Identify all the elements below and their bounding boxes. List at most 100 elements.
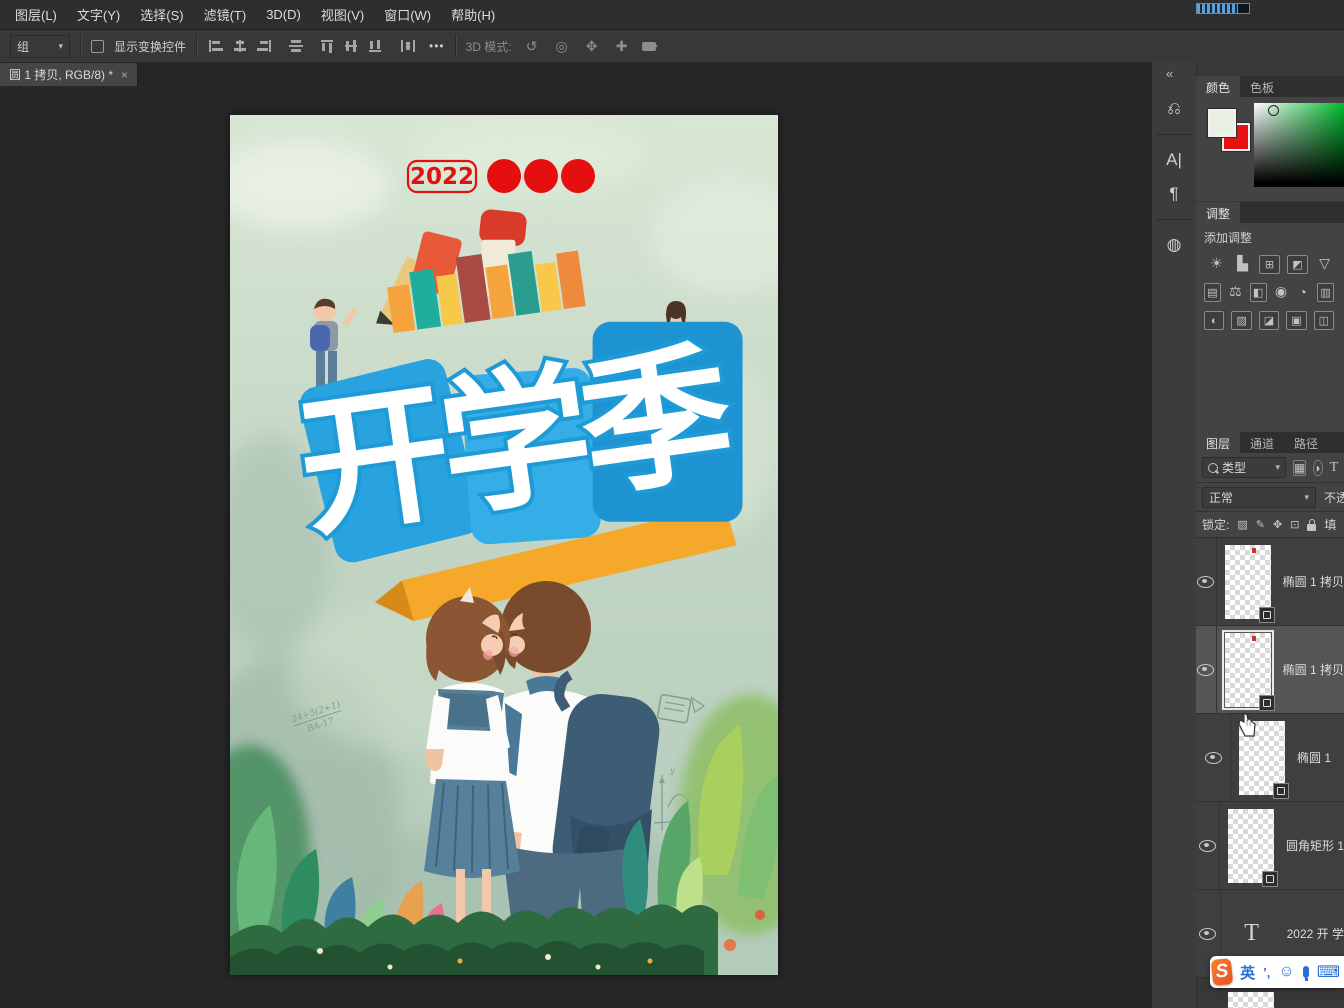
invert-icon[interactable]: ◐ [1203,311,1225,330]
filter-pixel-layers-icon[interactable]: ▦ [1293,459,1307,476]
lock-all-icon[interactable] [1307,518,1317,531]
ime-mode-toggle[interactable]: 英 [1240,962,1255,983]
vibrance-icon[interactable]: ▽ [1315,255,1334,272]
color-balance-icon[interactable]: ⚖ [1228,283,1243,300]
lock-artboard-icon[interactable]: ⊡ [1290,518,1299,531]
menu-select[interactable]: 选择(S) [131,1,192,28]
channel-mixer-icon[interactable]: ◔ [1295,283,1310,300]
color-lookup-icon[interactable]: ▥ [1317,283,1334,302]
filter-adjustment-layers-icon[interactable]: ◗ [1313,459,1323,476]
align-right-icon[interactable] [255,38,273,54]
microphone-icon[interactable] [1302,966,1309,981]
history-panel-icon[interactable]: ⎌ [1152,92,1196,126]
layer-thumbnail[interactable] [1224,544,1275,623]
menu-layer[interactable]: 图层(L) [6,1,66,28]
roll-3d-icon[interactable]: ◎ [552,38,572,55]
keyboard-icon[interactable]: ⌨ [1317,962,1340,982]
tool-preset-dropdown[interactable]: 组 ▾ [10,34,70,58]
tab-color[interactable]: 颜色 [1196,76,1241,97]
threshold-icon[interactable]: ◪ [1258,311,1280,330]
layer-row[interactable]: 椭圆 1 拷贝 [1196,538,1344,626]
layers-panel: 图层 通道 路径 类型 ▾ ▦ ◗ T 正常 ▾ 不透明 锁定: [1196,432,1344,978]
document-title: 圆 1 拷贝, RGB/8) * [9,68,114,82]
poster-document[interactable]: 2022 开学季 24+5(2+1) BA-17 y [230,115,778,975]
layer-row[interactable]: 圆角矩形 1 [1196,802,1344,890]
show-transform-checkbox[interactable] [91,39,104,53]
foreground-color-swatch[interactable] [1207,108,1237,138]
tab-channels[interactable]: 通道 [1240,432,1284,453]
visibility-eye-icon[interactable] [1197,575,1215,588]
layer-thumbnail[interactable] [1227,808,1278,887]
black-white-icon[interactable]: ◧ [1249,283,1267,302]
camera-3d-icon[interactable] [641,41,658,51]
selective-color-icon[interactable]: ◫ [1313,311,1334,330]
visibility-eye-icon[interactable] [1204,751,1222,764]
layer-name[interactable]: 圆角矩形 1 [1286,837,1344,854]
paragraph-panel-icon[interactable]: ¶ [1152,177,1196,211]
filter-kind-dropdown[interactable]: 类型 ▾ [1202,457,1286,478]
document-tab[interactable]: 圆 1 拷贝, RGB/8) * × [0,63,139,86]
chevron-down-icon: ▾ [58,40,63,51]
menu-type[interactable]: 文字(Y) [68,1,129,28]
collapse-panels-icon[interactable]: « [1166,66,1173,81]
pan-3d-icon[interactable]: ✥ [582,38,602,55]
tool-options-bar: 组 ▾ 显示变换控件 ••• 3D 模式: ↺ ◎ ✥ ✚ [0,30,1344,63]
layer-thumbnail[interactable] [1221,629,1275,711]
visibility-eye-icon[interactable] [1198,839,1216,852]
ime-toolbar[interactable]: S 英 ’, ☺ ⌨ [1210,956,1344,988]
glyphs-panel-icon[interactable]: ◍ [1152,228,1196,262]
orbit-3d-icon[interactable]: ↺ [522,38,542,55]
color-picker-field[interactable] [1254,103,1344,187]
hue-saturation-icon[interactable]: ▤ [1204,283,1221,302]
align-bottom-icon[interactable] [367,38,385,54]
distribute-icon[interactable] [399,38,417,54]
close-icon[interactable]: × [121,68,128,82]
color-picker-cursor[interactable] [1268,105,1279,116]
align-vcenter-wide-icon[interactable] [287,38,305,54]
layer-name[interactable]: 椭圆 1 [1297,749,1331,766]
tab-adjustments[interactable]: 调整 [1196,202,1241,223]
layer-name[interactable]: 椭圆 1 拷贝 [1283,661,1344,678]
adjustments-body: 添加调整 ☀ ▙ ⊞ ◩ ▽ ▤ ⚖ ◧ ◉ ◔ ▥ ◐ ▨ ◪ ▣ ◫ [1196,223,1344,455]
lock-transparency-icon[interactable]: ▨ [1237,518,1247,531]
gradient-map-icon[interactable]: ▣ [1286,311,1307,330]
align-vmiddle-icon[interactable] [343,38,361,54]
lock-paint-icon[interactable]: ✎ [1256,518,1265,531]
tab-layers[interactable]: 图层 [1196,432,1241,453]
filter-type-layers-icon[interactable]: T [1330,460,1339,475]
align-top-icon[interactable] [319,38,337,54]
lock-position-icon[interactable]: ✥ [1273,518,1282,531]
character-panel-icon[interactable]: A| [1152,143,1196,177]
layer-row-selected[interactable]: 椭圆 1 拷贝 [1196,626,1344,714]
menu-help[interactable]: 帮助(H) [442,1,504,28]
tab-paths[interactable]: 路径 [1284,432,1328,453]
align-left-icon[interactable] [207,38,225,54]
levels-icon[interactable]: ▙ [1233,255,1252,272]
menu-view[interactable]: 视图(V) [312,1,373,28]
exposure-icon[interactable]: ◩ [1287,255,1308,274]
posterize-icon[interactable]: ▨ [1231,311,1252,330]
brightness-contrast-icon[interactable]: ☀ [1207,255,1226,272]
sogou-logo-icon[interactable]: S [1210,958,1234,986]
doodle-axis-label: y [669,766,675,775]
menu-3d[interactable]: 3D(D) [257,3,310,26]
shape-layer-badge-icon [1273,782,1289,799]
blend-mode-dropdown[interactable]: 正常 ▾ [1202,486,1316,508]
visibility-eye-icon[interactable] [1197,663,1215,676]
photo-filter-icon[interactable]: ◉ [1274,283,1289,300]
emoji-icon[interactable]: ☺ [1278,963,1294,981]
menu-filter[interactable]: 滤镜(T) [195,1,256,28]
visibility-eye-icon[interactable] [1199,927,1217,940]
menu-window[interactable]: 窗口(W) [375,1,440,28]
layer-row[interactable]: 椭圆 1 [1196,714,1344,802]
layer-name[interactable]: 椭圆 1 拷贝 [1283,573,1344,590]
curves-icon[interactable]: ⊞ [1259,255,1280,274]
layer-name[interactable]: 2022 开 学 [1287,925,1344,942]
canvas-area[interactable]: 2022 开学季 24+5(2+1) BA-17 y [0,86,1152,1008]
tab-swatches[interactable]: 色板 [1240,76,1284,97]
threed-mode-label: 3D 模式: [465,39,512,54]
ime-punctuation-icon[interactable]: ’, [1263,965,1270,980]
align-hcenter-icon[interactable] [231,38,249,54]
slide-3d-icon[interactable]: ✚ [612,38,632,55]
more-options-button[interactable]: ••• [429,39,445,53]
